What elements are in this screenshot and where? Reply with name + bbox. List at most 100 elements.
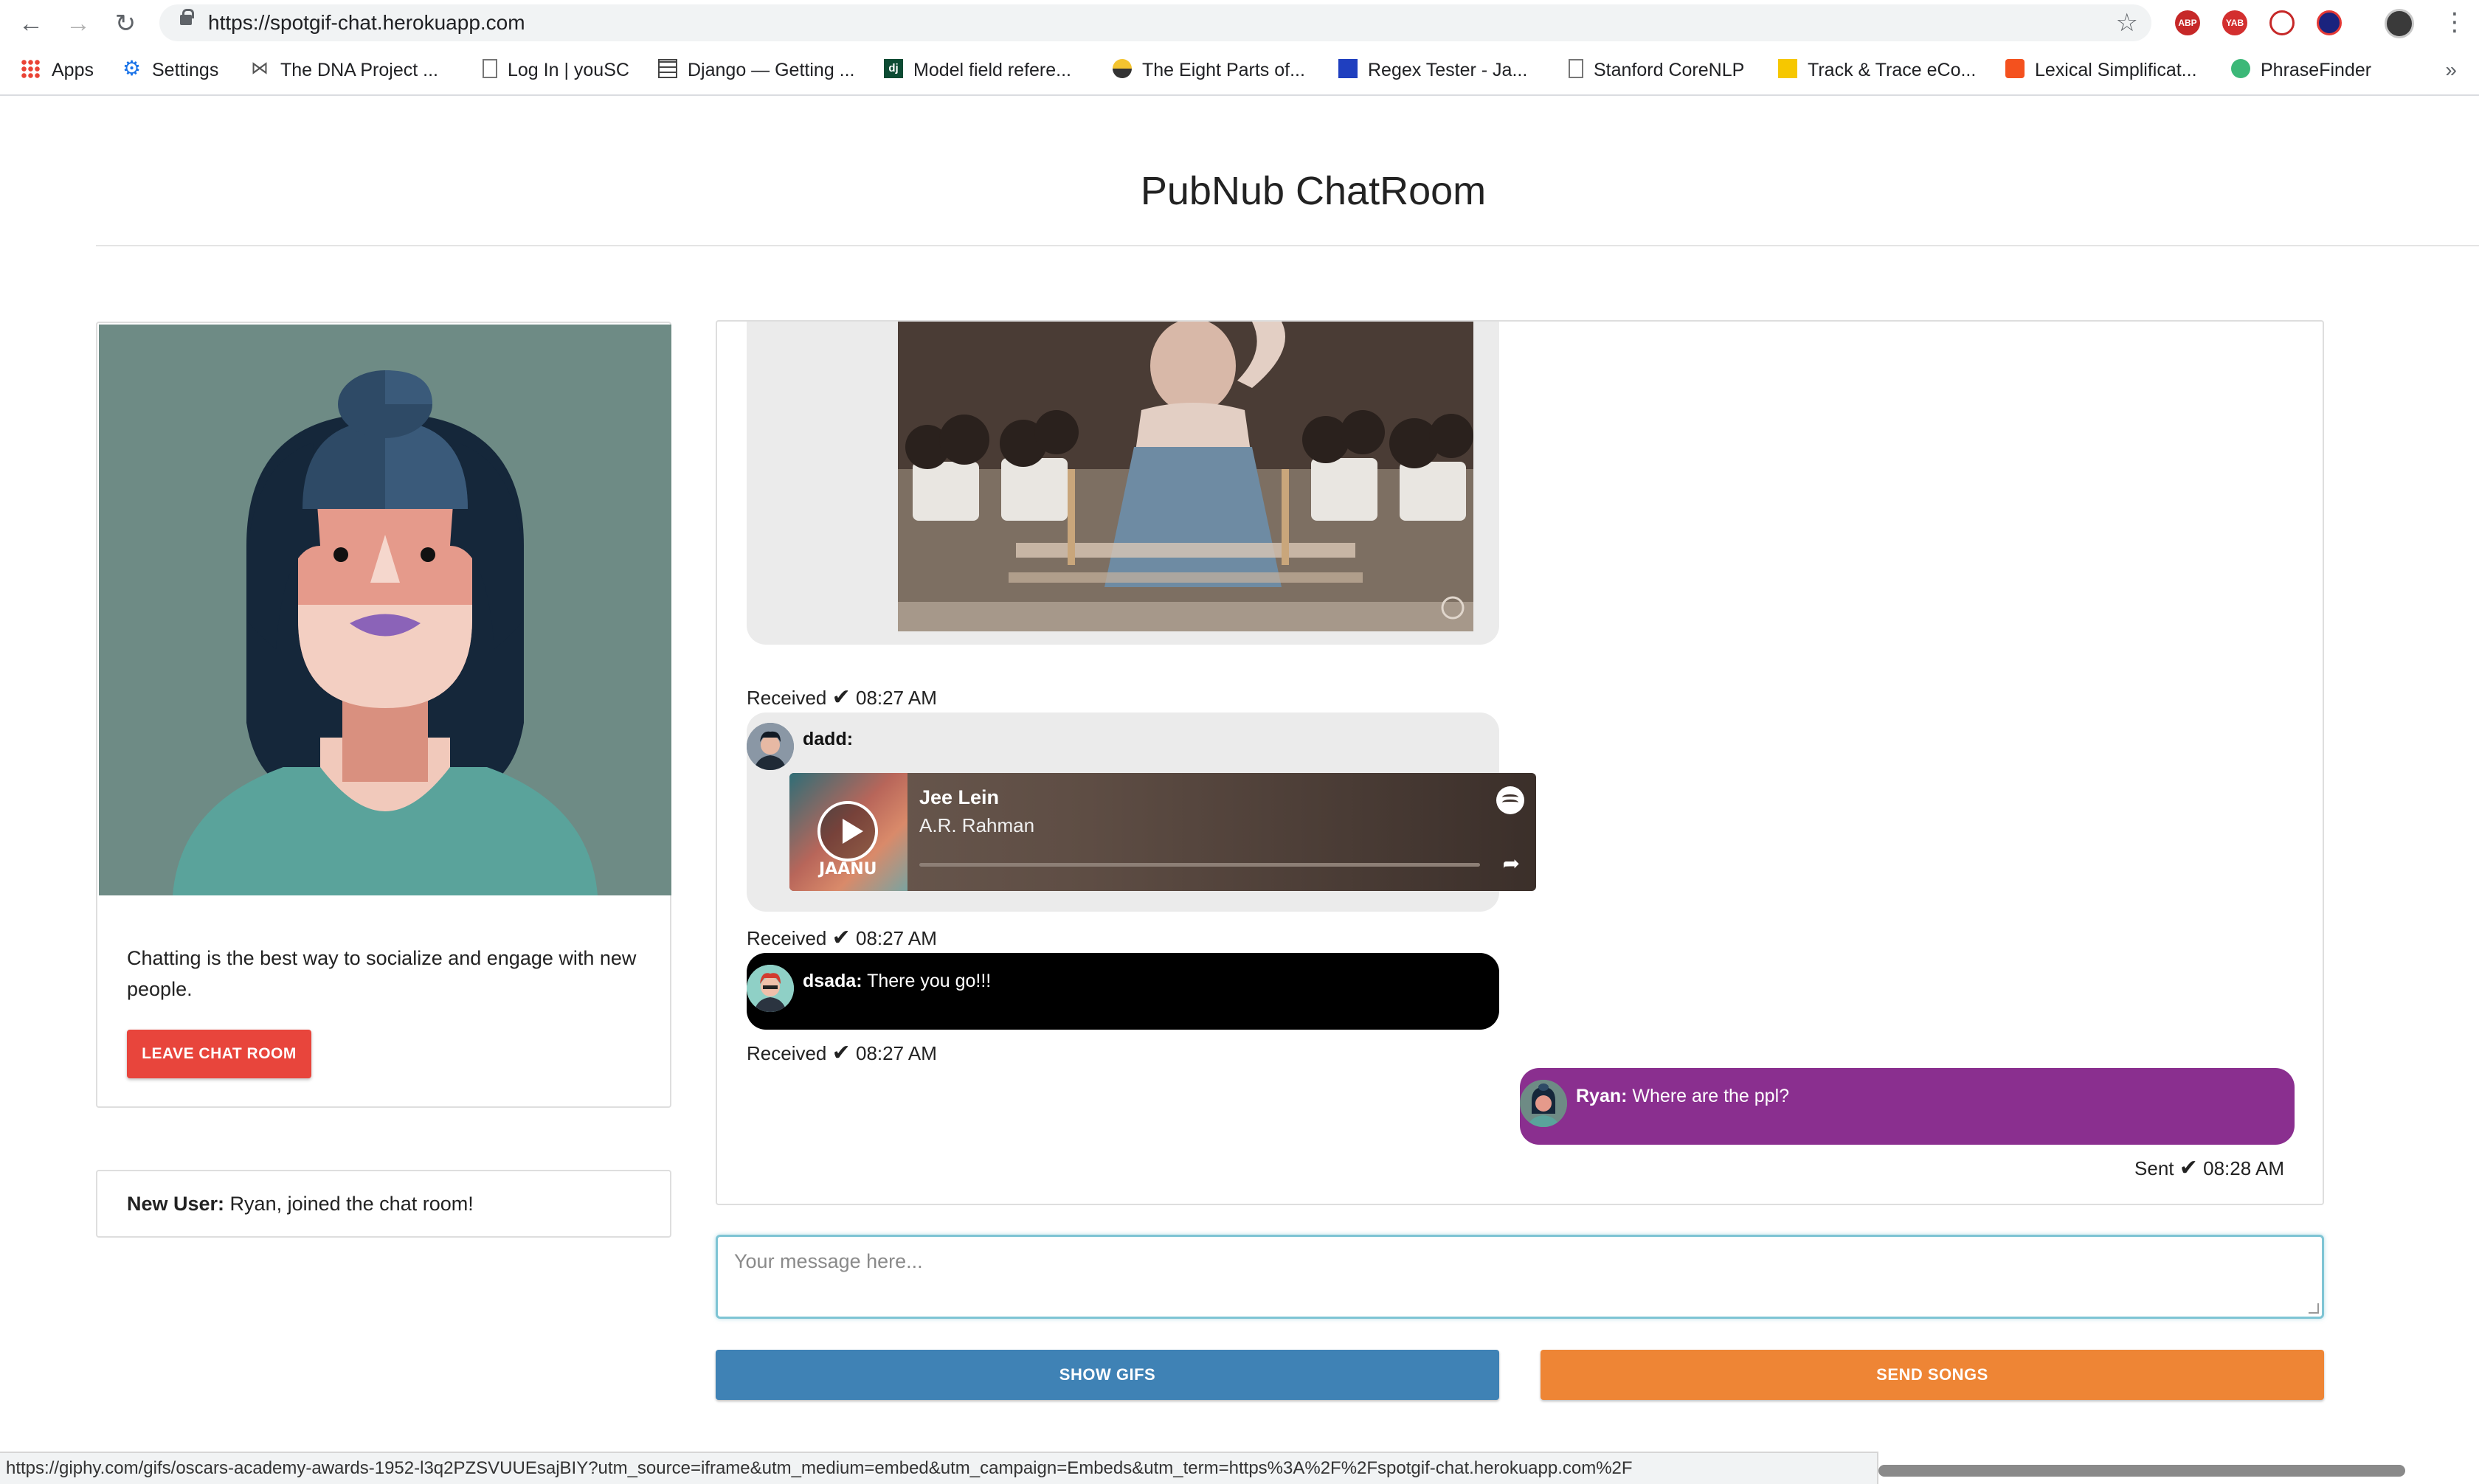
title-divider: [96, 245, 2479, 246]
message-status: Received ✔ 08:27 AM: [747, 1041, 937, 1065]
check-icon: ✔: [2179, 1156, 2198, 1180]
bookmark-lexical-simplification[interactable]: Lexical Simplificat...: [2005, 46, 2197, 94]
sender-avatar: [747, 965, 794, 1012]
reload-icon[interactable]: ↻: [109, 7, 142, 40]
regex-icon: [1338, 59, 1358, 79]
gif-image[interactable]: [898, 322, 1473, 631]
sent-message-bubble: Ryan: Where are the ppl?: [1520, 1068, 2295, 1145]
message-text-line: dsada: There you go!!!: [803, 971, 991, 992]
gif-frame-illustration: [898, 322, 1473, 631]
check-icon: ✔: [831, 926, 851, 950]
bookmark-star-icon[interactable]: ☆: [2116, 4, 2138, 41]
calendar-extension-icon[interactable]: [2269, 10, 2295, 35]
more-bookmarks-icon[interactable]: »: [2445, 46, 2457, 94]
bookmark-label: Settings: [152, 60, 219, 80]
bookmark-label: Track & Trace eCo...: [1808, 60, 1977, 80]
globe-icon: [1113, 59, 1132, 79]
profile-card: Chatting is the best way to socialize an…: [96, 322, 671, 1108]
apps-grid-icon: [21, 59, 40, 79]
message-status: Sent ✔ 08:28 AM: [2134, 1156, 2284, 1180]
sender-name: dadd:: [803, 729, 854, 749]
message-status: Received ✔ 08:27 AM: [747, 685, 937, 710]
send-songs-button[interactable]: SEND SONGS: [1541, 1350, 2324, 1400]
profile-description: Chatting is the best way to socialize an…: [127, 947, 637, 1000]
forward-arrow-icon[interactable]: →: [62, 7, 94, 40]
man-avatar-icon: [747, 965, 794, 1012]
song-title[interactable]: Jee Lein: [919, 786, 999, 809]
sender-name: Ryan:: [1576, 1086, 1628, 1106]
man-avatar-icon: [747, 723, 794, 770]
page-title: PubNub ChatRoom: [1140, 169, 1487, 213]
bookmark-django-getting[interactable]: Django — Getting ...: [658, 46, 855, 94]
bookmark-stanford-corenlp[interactable]: Stanford CoreNLP: [1569, 46, 1744, 94]
bookmark-login-yousc[interactable]: Log In | youSC: [483, 46, 629, 94]
message-text: There you go!!!: [867, 971, 992, 991]
shield-extension-icon[interactable]: [2317, 10, 2342, 35]
page-icon: [1569, 59, 1583, 79]
bookmark-label: Apps: [52, 60, 94, 80]
spotify-logo-icon[interactable]: [1496, 786, 1524, 814]
show-gifs-button[interactable]: SHOW GIFS: [716, 1350, 1499, 1400]
message-text: Where are the ppl?: [1632, 1086, 1790, 1106]
bookmark-regex-tester[interactable]: Regex Tester - Ja...: [1338, 46, 1527, 94]
new-user-notice: New User: Ryan, joined the chat room!: [96, 1170, 671, 1238]
bookmark-model-field[interactable]: dj Model field refere...: [884, 46, 1071, 94]
bookmark-settings[interactable]: ⚙ Settings: [122, 46, 218, 94]
bookmarks-bar: Apps ⚙ Settings ⋈ The DNA Project ... Log …: [0, 46, 2479, 96]
back-arrow-icon[interactable]: ←: [15, 7, 47, 40]
sender-name: dsada:: [803, 971, 862, 991]
progress-bar[interactable]: [919, 863, 1480, 867]
message-input-placeholder: Your message here...: [734, 1250, 923, 1272]
adblock-extension-icon[interactable]: ABP: [2175, 10, 2200, 35]
bookmark-label: Django — Getting ...: [688, 60, 855, 80]
gear-icon: ⚙: [122, 57, 142, 80]
link-status-bar: https://giphy.com/gifs/oscars-academy-aw…: [0, 1452, 1878, 1484]
woman-avatar-icon: [99, 325, 671, 895]
gif-message-bubble: [747, 322, 1499, 645]
phrasefinder-icon: [2231, 59, 2250, 79]
bookmark-label: Regex Tester - Ja...: [1368, 60, 1528, 80]
notice-text: Ryan, joined the chat room!: [224, 1193, 474, 1215]
browser-toolbar: ← → ↻ https://spotgif-chat.herokuapp.com…: [0, 0, 2479, 46]
message-status: Received ✔ 08:27 AM: [747, 926, 937, 950]
address-bar[interactable]: https://spotgif-chat.herokuapp.com ☆: [159, 4, 2151, 41]
notice-label: New User:: [127, 1193, 225, 1215]
song-message-bubble: dadd: JAANU Jee Lein A.R. Rahman ➦: [747, 712, 1536, 912]
leave-chat-room-button[interactable]: LEAVE CHAT ROOM: [127, 1030, 311, 1078]
share-icon[interactable]: ➦: [1503, 851, 1520, 876]
address-url[interactable]: https://spotgif-chat.herokuapp.com: [208, 4, 525, 41]
bookmark-apps[interactable]: Apps: [21, 46, 94, 94]
track-icon: [1778, 59, 1797, 79]
sender-avatar: [1520, 1080, 1567, 1127]
spotify-embed-player[interactable]: JAANU Jee Lein A.R. Rahman ➦: [789, 773, 1536, 891]
bookmark-label: Stanford CoreNLP: [1594, 60, 1745, 80]
sender-avatar: [747, 723, 794, 770]
bookmark-label: Model field refere...: [913, 60, 1071, 80]
profile-avatar[interactable]: [2385, 9, 2414, 38]
yab-extension-icon[interactable]: YAB: [2222, 10, 2247, 35]
bookmark-label: The Eight Parts of...: [1142, 60, 1305, 80]
bookmark-label: PhraseFinder: [2261, 60, 2372, 80]
dj-icon: dj: [884, 59, 903, 79]
play-icon[interactable]: [817, 801, 878, 861]
text-message-bubble: dsada: There you go!!!: [747, 953, 1499, 1030]
bookmark-track-trace[interactable]: Track & Trace eCo...: [1778, 46, 1976, 94]
dna-icon: ⋈: [251, 58, 269, 79]
user-avatar-illustration: [99, 325, 671, 895]
check-icon: ✔: [831, 685, 851, 710]
menu-dots-icon[interactable]: ⋮: [2442, 6, 2467, 38]
bookmark-phrasefinder[interactable]: PhraseFinder: [2231, 46, 2371, 94]
chat-messages-panel[interactable]: Received ✔ 08:27 AM dadd: JAANU Jee Lein…: [716, 320, 2324, 1205]
message-text-line: Ryan: Where are the ppl?: [1576, 1086, 1789, 1107]
bookmark-dna-project[interactable]: ⋈ The DNA Project ...: [251, 46, 438, 94]
page-icon: [483, 59, 497, 79]
bookmark-label: The DNA Project ...: [280, 60, 438, 80]
bookmark-label: Lexical Simplificat...: [2035, 60, 2197, 80]
resize-handle-icon[interactable]: [2309, 1303, 2319, 1314]
woman-avatar-icon: [1520, 1080, 1567, 1127]
horizontal-scrollbar[interactable]: [1878, 1465, 2405, 1477]
bookmark-eight-parts[interactable]: The Eight Parts of...: [1113, 46, 1305, 94]
bookmark-label: Log In | youSC: [508, 60, 629, 80]
message-input[interactable]: Your message here...: [716, 1235, 2324, 1319]
song-artist[interactable]: A.R. Rahman: [919, 814, 1034, 837]
